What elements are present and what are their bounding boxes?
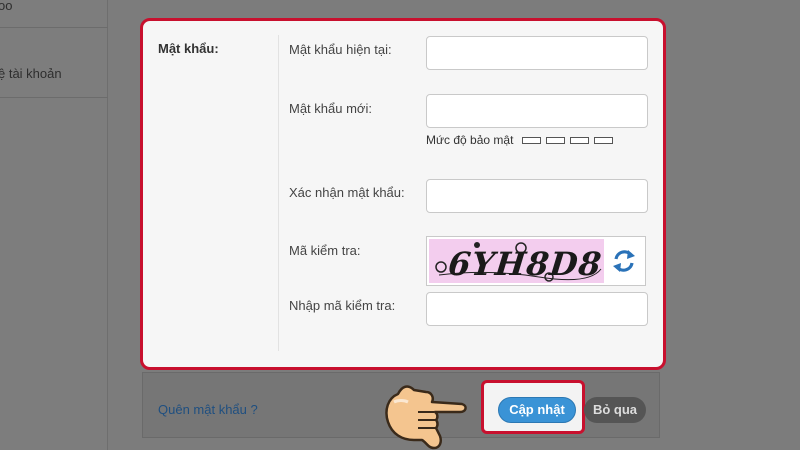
confirm-password-input[interactable] xyxy=(426,179,648,213)
current-password-label: Mật khẩu hiện tại: xyxy=(289,42,392,57)
strength-label: Mức độ bảo mật xyxy=(426,133,514,147)
current-password-input[interactable] xyxy=(426,36,648,70)
captcha-input-label: Nhập mã kiểm tra: xyxy=(289,298,396,313)
strength-segment xyxy=(570,136,590,144)
forgot-password-link[interactable]: Quên mật khẩu ? xyxy=(158,402,258,417)
password-panel: Mật khẩu: Mật khẩu hiện tại: Mật khẩu mớ… xyxy=(140,18,666,370)
new-password-label: Mật khẩu mới: xyxy=(289,101,372,116)
divider xyxy=(278,35,279,351)
sidebar-item-account[interactable]: ệ tài khoản xyxy=(0,28,108,98)
confirm-password-label: Xác nhận mật khẩu: xyxy=(289,185,405,200)
sidebar-item-label: ệ tài khoản xyxy=(0,66,62,81)
update-button[interactable]: Cập nhật xyxy=(498,397,576,423)
strength-bars xyxy=(522,136,618,144)
new-password-input[interactable] xyxy=(426,94,648,128)
captcha-box: 6YH8D8 xyxy=(426,236,646,286)
refresh-captcha-button[interactable] xyxy=(610,247,638,275)
pointing-hand-icon xyxy=(385,385,467,450)
password-strength-meter: Mức độ bảo mật xyxy=(426,133,618,147)
strength-segment xyxy=(546,136,566,144)
sidebar-item[interactable]: oo xyxy=(0,0,108,28)
captcha-image: 6YH8D8 xyxy=(429,239,604,283)
sidebar-item-label: oo xyxy=(0,0,13,13)
skip-button[interactable]: Bỏ qua xyxy=(584,397,646,423)
section-label: Mật khẩu: xyxy=(158,41,219,56)
refresh-icon xyxy=(613,250,635,272)
captcha-label: Mã kiểm tra: xyxy=(289,243,361,258)
strength-segment xyxy=(522,136,542,144)
background-sidebar: oo ệ tài khoản xyxy=(0,0,108,450)
captcha-input[interactable] xyxy=(426,292,648,326)
captcha-text: 6YH8D8 xyxy=(446,245,604,283)
strength-segment xyxy=(594,136,614,144)
